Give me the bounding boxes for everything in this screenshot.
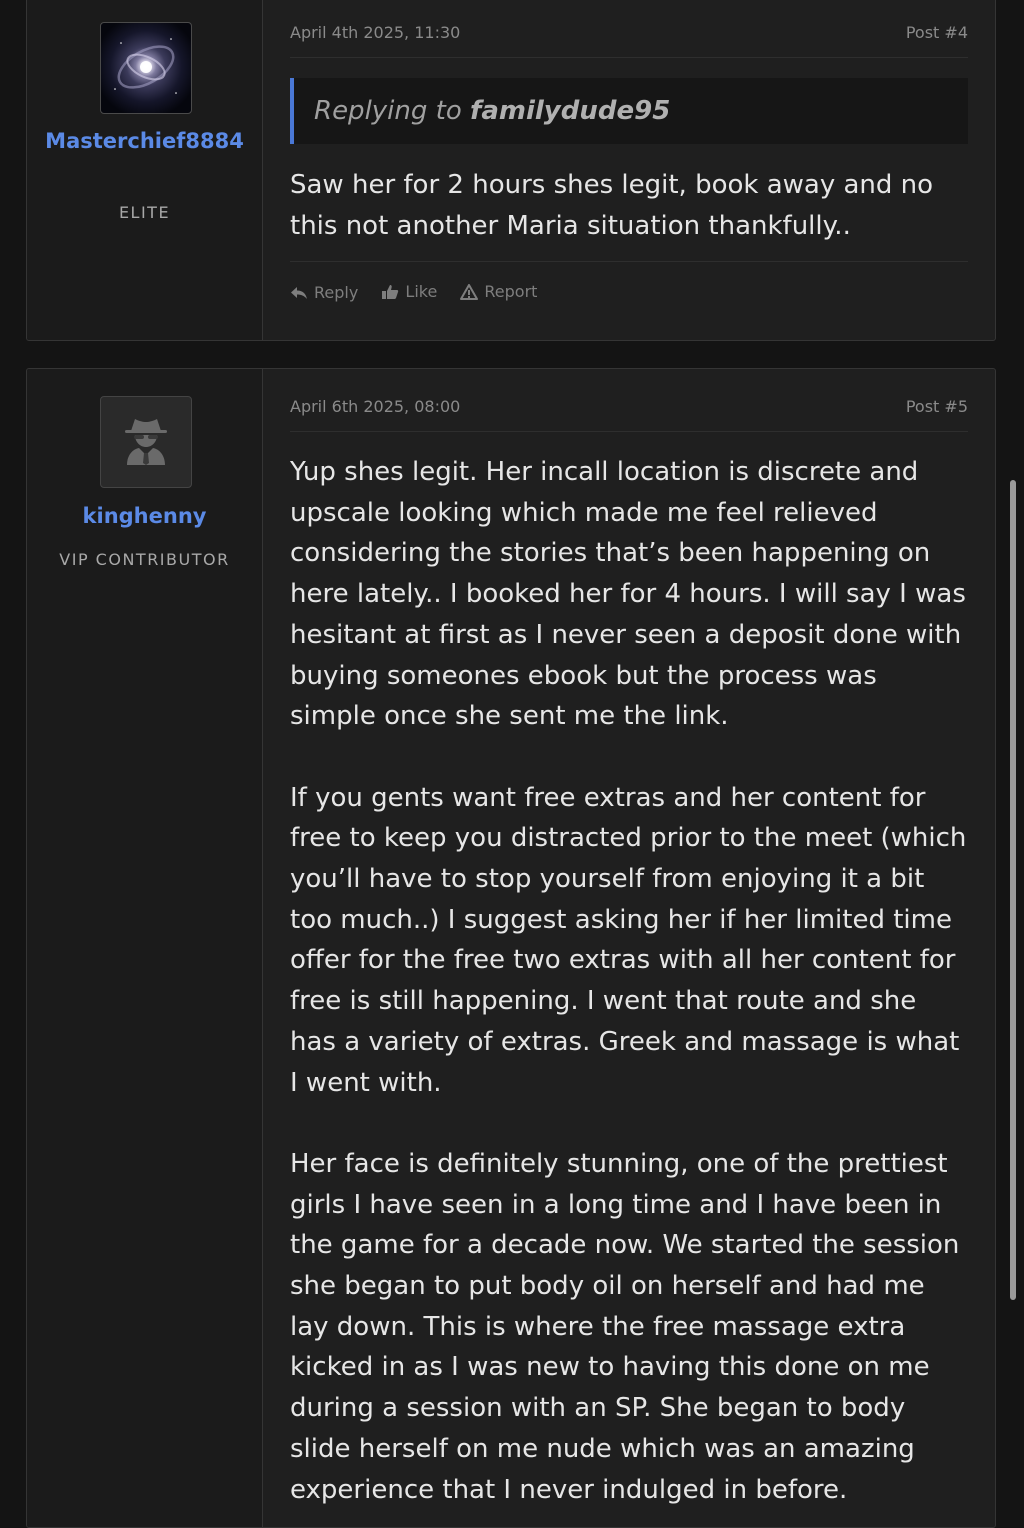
report-label: Report — [484, 282, 538, 301]
quote-prefix: Replying to — [314, 96, 462, 126]
post-paragraph: Saw her for 2 hours shes legit, book awa… — [290, 170, 934, 241]
post-user-panel: kinghenny VIP CONTRIBUTOR — [27, 369, 263, 1527]
report-button[interactable]: Report — [460, 282, 537, 301]
post-4: Masterchief8884 ELITE April 4th 2025, 11… — [26, 0, 996, 341]
post-date[interactable]: April 4th 2025, 11:30 — [290, 23, 460, 42]
post-date[interactable]: April 6th 2025, 08:00 — [290, 397, 460, 416]
like-label: Like — [405, 282, 438, 301]
scrollbar-thumb[interactable] — [1010, 480, 1016, 1300]
galaxy-avatar — [114, 38, 177, 94]
post-number[interactable]: Post #5 — [906, 397, 968, 416]
thumbs-up-icon — [382, 284, 399, 299]
post-paragraph: If you gents want free extras and her co… — [290, 782, 967, 1098]
post-user-panel: Masterchief8884 ELITE — [27, 0, 263, 340]
post-5: kinghenny VIP CONTRIBUTOR April 6th 2025… — [26, 368, 996, 1528]
like-button[interactable]: Like — [381, 282, 437, 301]
post-paragraph: Yup shes legit. Her incall location is d… — [290, 457, 966, 732]
username-masterchief8884[interactable]: Masterchief8884 — [37, 128, 252, 155]
username-kinghenny[interactable]: kinghenny — [37, 503, 252, 530]
post-actions: Reply Like Report — [290, 261, 968, 304]
post-content: Yup shes legit. Her incall location is d… — [290, 452, 968, 1510]
user-title: ELITE — [118, 203, 171, 222]
post-paragraph: Her face is definitely stunning, one of … — [290, 1148, 960, 1505]
user-title: VIP CONTRIBUTOR — [59, 550, 230, 569]
user-avatar[interactable] — [100, 22, 192, 114]
reply-quote[interactable]: Replying to familydude95 — [290, 78, 968, 144]
quote-username[interactable]: familydude95 — [470, 96, 670, 126]
reply-button[interactable]: Reply — [290, 283, 358, 302]
post-number[interactable]: Post #4 — [906, 23, 968, 42]
spy-avatar-icon — [125, 419, 167, 465]
warning-icon — [460, 283, 479, 300]
post-meta: April 6th 2025, 08:00 Post #5 — [290, 397, 968, 432]
post-content: Saw her for 2 hours shes legit, book awa… — [290, 165, 968, 246]
reply-icon — [291, 286, 307, 299]
post-meta: April 4th 2025, 11:30 Post #4 — [290, 23, 968, 58]
user-avatar[interactable] — [100, 396, 192, 488]
reply-label: Reply — [314, 283, 359, 302]
